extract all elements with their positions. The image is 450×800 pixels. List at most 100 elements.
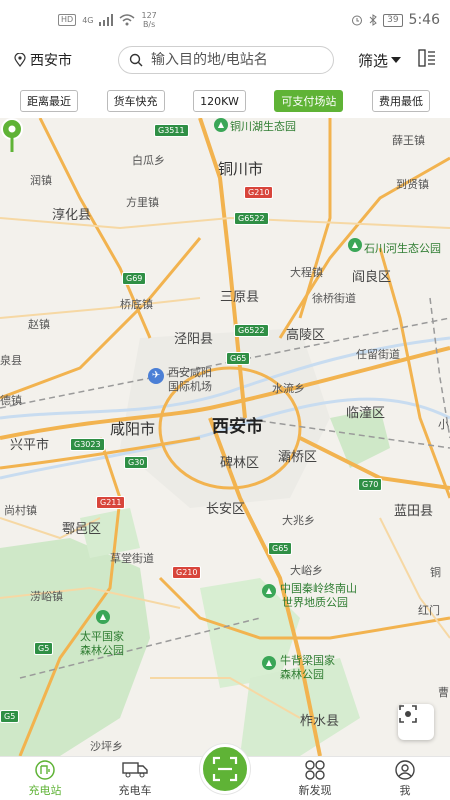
highway-shield: G5 [0,710,20,723]
chip-nearest[interactable]: 距离最近 [20,90,78,112]
map-label-chunhuaxian: 淳化县 [52,208,92,223]
signal-icon [99,14,114,26]
map-label-hongmen: 红门 [418,604,440,617]
map-label-baqiaoqu: 灞桥区 [278,450,318,465]
map-label-shichuanhe: 石川河生态公园 [364,242,441,255]
map-label-xian: 西安市 [212,417,263,437]
map-label-baiguaxiang: 白瓜乡 [132,154,165,167]
net-speed: 127 B/s [141,11,157,29]
chip-120kw[interactable]: 120KW [193,90,246,112]
map-label-yanliangqu: 阎良区 [352,270,392,285]
map-label-jingyangxian: 泾阳县 [174,332,214,347]
map-label-laoyuzhen: 涝峪镇 [30,590,63,603]
park-poi-icon[interactable]: ▲ [96,610,110,624]
map-label-liquan: 泉县 [0,354,22,367]
discover-icon [305,760,325,780]
map-label-top-poi: 铜川湖生态园 [230,120,296,133]
highway-shield: G3023 [70,438,105,451]
nav-label: 我 [399,784,411,797]
map-label-dayuxiang: 大峪乡 [290,564,323,577]
scan-frame-icon [399,705,417,723]
list-view-icon [418,49,435,67]
caret-down-icon [391,57,402,63]
chip-lowest-cost[interactable]: 费用最低 [371,90,430,112]
map-label-tongchuan: 铜川市 [218,160,264,178]
list-view-button[interactable] [418,49,436,71]
map-label-daoxianzhen: 到贤镇 [396,178,429,191]
map-label-shuiliuxiang: 水流乡 [272,382,305,395]
map-label-airport-2: 国际机场 [168,380,212,393]
battery-level: 39 [383,13,403,27]
nav-charging-car[interactable]: 充电车 [90,757,180,800]
park-poi-icon[interactable]: ▲ [262,584,276,598]
charging-station-icon [35,760,55,780]
locate-button[interactable] [398,704,434,740]
status-bar: HD 4G 127 B/s 39 5:46 [0,0,450,40]
map-label-runzhen: 润镇 [30,174,52,187]
map-label-shangchuanzhen: 尚村镇 [4,504,37,517]
filter-button[interactable]: 筛选 [358,50,402,71]
map-label-gaolingqu: 高陵区 [286,328,326,343]
map-label-caotangjiedao: 草堂街道 [110,552,154,565]
hd-badge: HD [58,14,77,26]
map-label-xingpingshi: 兴平市 [10,438,50,453]
chip-payable-stations[interactable]: 可支付场站 [274,90,344,112]
map-label-taipingpark-2: 森林公园 [80,644,124,657]
location-pin-icon [14,53,26,67]
map-label-renliujiedao: 任留街道 [356,348,400,361]
filter-label: 筛选 [358,51,389,70]
park-poi-icon[interactable]: ▲ [262,656,276,670]
network-gen: 4G [82,15,94,25]
map-label-changanqu: 长安区 [206,502,246,517]
profile-icon [395,760,415,780]
highway-shield: G65 [268,542,293,555]
search-box[interactable] [118,46,334,74]
map-label-xianyang: 咸阳市 [110,420,156,438]
highway-shield: G5 [34,642,54,655]
highway-shield: G30 [124,456,149,469]
clock: 5:46 [408,12,440,28]
map-label-shapingxiang: 沙坪乡 [90,740,123,753]
nav-label: 充电站 [28,784,62,797]
park-poi-icon[interactable]: ▲ [214,118,228,132]
map-label-zhaozhen: 赵镇 [28,318,50,331]
highway-shield: G65 [226,352,251,365]
filter-chips: 距离最近 货车快充 120KW 可支付场站 费用最低 [0,86,450,116]
city-selector[interactable]: 西安市 [14,50,114,70]
park-poi-icon[interactable]: ▲ [348,238,362,252]
highway-shield: G6522 [234,212,269,225]
highway-shield: G6522 [234,324,269,337]
highway-shield: G70 [358,478,383,491]
map-label-qiaodizhen: 桥底镇 [120,298,153,311]
map-label-dachengzhen: 大程镇 [290,266,323,279]
scan-icon [212,756,238,782]
city-name: 西安市 [30,53,72,69]
station-pin-icon[interactable] [0,118,24,154]
map-view[interactable]: ▲ 铜川湖生态园 薛王镇 白瓜乡 铜川市 润镇 到贤镇 方里镇 淳化县 ▲ 石川… [0,118,450,756]
map-label-zhashuixian: 柞水县 [300,714,340,729]
highway-shield: G210 [244,186,274,199]
alarm-icon [352,15,363,26]
map-label-tongyu: 铜 [430,566,441,579]
highway-shield: G210 [172,566,202,579]
nav-profile[interactable]: 我 [360,757,450,800]
truck-icon [122,762,148,778]
nav-label: 新发现 [298,784,332,797]
map-label-xuewangzhen: 薛王镇 [392,134,425,147]
chip-truck-fast-charge[interactable]: 货车快充 [106,90,165,112]
highway-shield: G69 [122,272,147,285]
search-icon [129,53,143,67]
map-label-niubeiliang-2: 森林公园 [280,668,324,681]
airport-icon[interactable]: ✈ [148,368,164,384]
nav-charging-station[interactable]: 充电站 [0,757,90,800]
highway-shield: G211 [96,496,126,509]
search-input[interactable] [151,52,321,68]
map-label-dezhen: 德镇 [0,394,22,407]
map-label-cao: 曹 [438,686,449,699]
wifi-icon [119,14,135,26]
search-header: 西安市 筛选 [0,40,450,80]
highway-shield: G3511 [154,124,189,137]
map-label-lantianxian: 蓝田县 [394,504,434,519]
nav-discover[interactable]: 新发现 [270,757,360,800]
scan-button[interactable] [200,744,250,794]
